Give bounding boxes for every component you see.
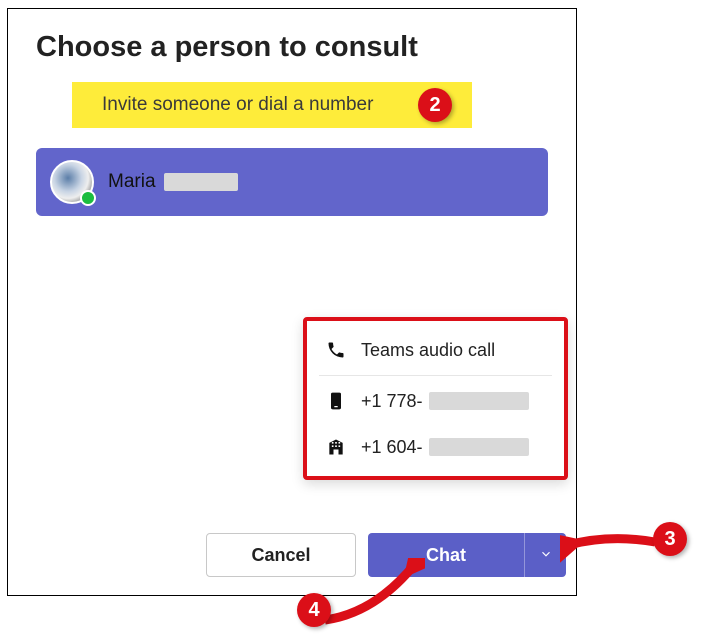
chevron-down-icon	[539, 547, 553, 564]
redacted-last-name	[164, 173, 238, 191]
menu-divider	[319, 375, 552, 376]
mobile-phone-icon	[325, 390, 347, 412]
chat-dropdown-toggle[interactable]	[524, 533, 566, 577]
chat-button[interactable]: Chat	[368, 533, 524, 577]
search-row[interactable]: Invite someone or dial a number 2	[72, 82, 472, 128]
menu-item-teams-call[interactable]: Teams audio call	[307, 327, 564, 373]
menu-item-work-number[interactable]: +1 604-	[307, 424, 564, 470]
annotation-badge-4: 4	[297, 593, 331, 627]
menu-label-teams-call: Teams audio call	[361, 340, 495, 361]
menu-label-mobile: +1 778-	[361, 391, 529, 412]
person-first-name: Maria	[108, 171, 156, 193]
menu-label-work: +1 604-	[361, 437, 529, 458]
chat-split-button: Chat	[368, 533, 566, 577]
redacted-phone1	[429, 392, 529, 410]
button-row: Cancel Chat	[206, 533, 566, 577]
avatar	[50, 160, 94, 204]
chat-dropdown-menu: Teams audio call +1 778- +1 604-	[303, 317, 568, 480]
search-placeholder: Invite someone or dial a number	[102, 94, 373, 116]
menu-item-mobile-number[interactable]: +1 778-	[307, 378, 564, 424]
presence-available-icon	[80, 190, 96, 206]
selected-person-row[interactable]: Maria	[36, 148, 548, 216]
phone2-prefix: +1 604-	[361, 437, 423, 458]
annotation-badge-3: 3	[653, 522, 687, 556]
panel-title: Choose a person to consult	[36, 31, 548, 64]
consult-panel: Choose a person to consult Invite someon…	[7, 8, 577, 596]
phone1-prefix: +1 778-	[361, 391, 423, 412]
annotation-badge-2: 2	[418, 88, 452, 122]
redacted-phone2	[429, 438, 529, 456]
cancel-button[interactable]: Cancel	[206, 533, 356, 577]
phone-handset-icon	[325, 339, 347, 361]
building-icon	[325, 436, 347, 458]
person-name: Maria	[108, 171, 238, 193]
